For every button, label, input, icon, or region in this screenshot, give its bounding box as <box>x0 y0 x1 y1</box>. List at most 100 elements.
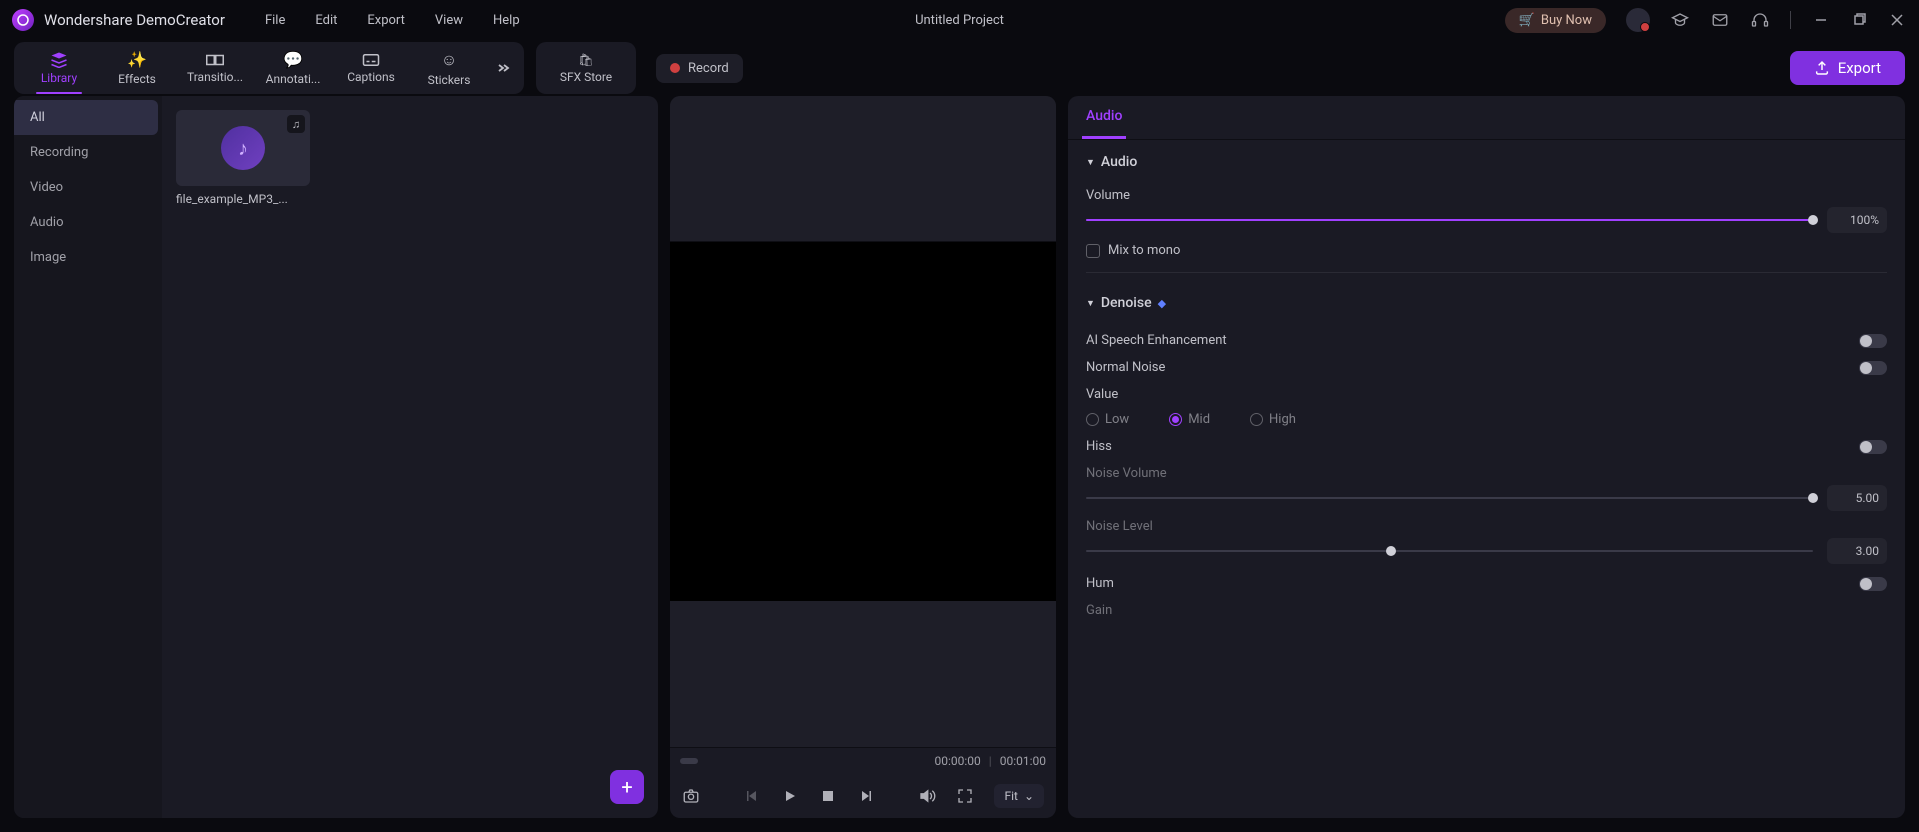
hum-toggle[interactable] <box>1859 577 1887 591</box>
headset-icon[interactable] <box>1750 10 1770 30</box>
radio-low[interactable]: Low <box>1086 412 1129 427</box>
zoom-fit-dropdown[interactable]: Fit ⌄ <box>994 784 1044 808</box>
preview-panel: 00:00:00 | 00:01:00 Fit ⌄ <box>670 96 1056 818</box>
next-frame-icon[interactable] <box>857 787 875 805</box>
properties-panel: Audio ▼ Audio Volume 100% Mix to mono <box>1068 96 1905 818</box>
section-audio[interactable]: ▼ Audio <box>1086 140 1887 180</box>
section-title: Denoise <box>1101 295 1152 311</box>
close-icon[interactable] <box>1887 10 1907 30</box>
stop-icon[interactable] <box>819 787 837 805</box>
normal-noise-label: Normal Noise <box>1086 360 1165 375</box>
time-total: 00:01:00 <box>1000 754 1046 768</box>
academy-icon[interactable] <box>1670 10 1690 30</box>
tab-label: Stickers <box>428 73 471 87</box>
menu-view[interactable]: View <box>435 13 463 28</box>
audio-badge-icon: ♫ <box>287 115 305 133</box>
sidebar-item-all[interactable]: All <box>14 100 158 135</box>
volume-icon[interactable] <box>918 787 936 805</box>
record-label: Record <box>688 61 729 76</box>
normal-noise-toggle[interactable] <box>1859 361 1887 375</box>
tab-label: Transitio... <box>187 70 243 84</box>
tab-annotations[interactable]: 💬 Annotati... <box>254 42 332 94</box>
snapshot-icon[interactable] <box>682 787 700 805</box>
volume-slider[interactable] <box>1086 219 1813 221</box>
sidebar-item-audio[interactable]: Audio <box>14 205 162 240</box>
checkbox-icon <box>1086 244 1100 258</box>
divider <box>1086 272 1887 273</box>
section-title: Audio <box>1101 154 1137 170</box>
hiss-toggle[interactable] <box>1859 440 1887 454</box>
export-label: Export <box>1838 59 1881 77</box>
time-current: 00:00:00 <box>935 754 981 768</box>
menu-edit[interactable]: Edit <box>315 13 337 28</box>
effects-icon: ✨ <box>127 50 147 69</box>
app-title: Wondershare DemoCreator <box>44 11 225 29</box>
tab-captions[interactable]: Captions <box>332 42 410 94</box>
transitions-icon <box>206 53 224 67</box>
minimize-icon[interactable] <box>1811 10 1831 30</box>
sidebar-item-video[interactable]: Video <box>14 170 162 205</box>
tab-label: Annotati... <box>266 72 321 86</box>
radio-mid[interactable]: Mid <box>1169 412 1210 427</box>
store-icon: 🛍 <box>578 53 593 67</box>
volume-value[interactable]: 100% <box>1827 207 1887 233</box>
record-button[interactable]: Record <box>656 54 743 83</box>
time-separator: | <box>989 754 992 768</box>
add-media-button[interactable]: + <box>610 770 644 804</box>
upload-icon <box>1814 60 1830 76</box>
menu-help[interactable]: Help <box>493 13 520 28</box>
noise-level-label: Noise Level <box>1086 519 1887 534</box>
tab-effects[interactable]: ✨ Effects <box>98 42 176 94</box>
noise-level-value[interactable]: 3.00 <box>1827 538 1887 564</box>
library-icon <box>50 52 68 68</box>
radio-high[interactable]: High <box>1250 412 1296 427</box>
buy-now-button[interactable]: 🛒 Buy Now <box>1505 8 1606 33</box>
premium-diamond-icon: ◆ <box>1158 297 1166 310</box>
props-tab-audio[interactable]: Audio <box>1082 96 1126 139</box>
fit-label: Fit <box>1004 789 1017 803</box>
media-grid: ♪ ♫ file_example_MP3_... + <box>162 96 658 818</box>
collapse-icon: ▼ <box>1086 157 1095 168</box>
tab-library[interactable]: Library <box>20 42 98 94</box>
volume-label: Volume <box>1086 188 1887 203</box>
noise-volume-slider[interactable] <box>1086 497 1813 499</box>
media-item[interactable]: ♪ ♫ file_example_MP3_... <box>176 110 310 206</box>
tab-stickers[interactable]: ☺ Stickers <box>410 42 488 94</box>
avatar-icon[interactable] <box>1626 8 1650 32</box>
fullscreen-icon[interactable] <box>956 787 974 805</box>
player-controls: Fit ⌄ <box>670 774 1056 818</box>
cart-icon: 🛒 <box>1519 13 1535 28</box>
more-tabs-icon[interactable] <box>488 42 518 94</box>
mix-mono-checkbox[interactable]: Mix to mono <box>1086 243 1887 258</box>
media-thumbnail: ♪ ♫ <box>176 110 310 186</box>
sidebar-item-image[interactable]: Image <box>14 240 162 275</box>
tab-sfx-store[interactable]: 🛍 SFX Store <box>536 42 636 94</box>
time-display: 00:00:00 | 00:01:00 <box>935 754 1047 768</box>
mix-mono-label: Mix to mono <box>1108 243 1180 258</box>
maximize-icon[interactable] <box>1849 10 1869 30</box>
noise-level-slider[interactable] <box>1086 550 1813 552</box>
main-area: All Recording Video Audio Image ♪ ♫ file… <box>0 96 1919 832</box>
play-icon[interactable] <box>781 787 799 805</box>
export-button[interactable]: Export <box>1790 51 1905 85</box>
tab-transitions[interactable]: Transitio... <box>176 42 254 94</box>
ai-speech-toggle[interactable] <box>1859 334 1887 348</box>
seek-handle[interactable] <box>680 758 698 764</box>
music-note-icon: ♪ <box>221 126 265 170</box>
tab-label: Captions <box>347 70 395 84</box>
annotations-icon: 💬 <box>283 50 303 69</box>
sidebar-item-recording[interactable]: Recording <box>14 135 162 170</box>
mail-icon[interactable] <box>1710 10 1730 30</box>
properties-body: ▼ Audio Volume 100% Mix to mono ▼ Denois… <box>1068 140 1905 818</box>
noise-volume-value[interactable]: 5.00 <box>1827 485 1887 511</box>
menu-export[interactable]: Export <box>367 13 405 28</box>
library-sidebar: All Recording Video Audio Image <box>14 96 162 818</box>
properties-tabs: Audio <box>1068 96 1905 140</box>
section-denoise[interactable]: ▼ Denoise ◆ <box>1086 281 1887 321</box>
menu-file[interactable]: File <box>265 13 285 28</box>
hiss-label: Hiss <box>1086 439 1112 454</box>
titlebar: Wondershare DemoCreator File Edit Export… <box>0 0 1919 40</box>
library-panel: All Recording Video Audio Image ♪ ♫ file… <box>14 96 658 818</box>
media-filename: file_example_MP3_... <box>176 192 310 206</box>
prev-frame-icon[interactable] <box>743 787 761 805</box>
